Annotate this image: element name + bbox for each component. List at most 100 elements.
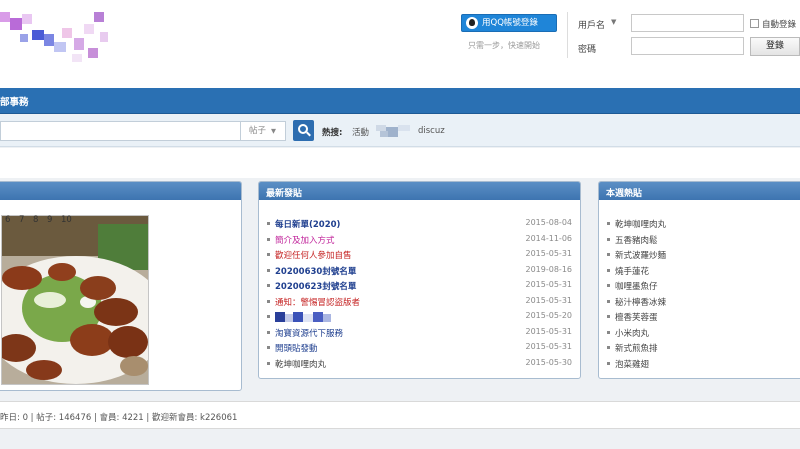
post-date: 2015-05-31 xyxy=(525,249,573,258)
search-icon xyxy=(298,124,308,134)
hot-post-title[interactable]: 新式波羅炒麵 xyxy=(615,249,666,261)
hot-post-title[interactable]: 檀香芙蓉蛋 xyxy=(615,311,658,323)
bullet-icon xyxy=(267,253,270,256)
post-date: 2015-05-31 xyxy=(525,326,573,336)
post-title[interactable]: 20200623封號名單 xyxy=(275,280,356,292)
latest-posts-panel: 最新發貼 每日新單(2020) 2015-08-04 簡介及加入方式 2014-11-… xyxy=(258,181,581,379)
post-title[interactable]: 淘寶資源代下服務 xyxy=(275,327,343,339)
hot-post-row[interactable]: 泡菜雞翅 xyxy=(599,356,800,371)
latest-post-row[interactable]: 簡介及加入方式 2014-11-06 xyxy=(259,232,580,247)
hot-post-title[interactable]: 小米肉丸 xyxy=(615,327,649,339)
password-label: 密碼 xyxy=(578,45,597,55)
site-logo[interactable] xyxy=(0,4,110,66)
forum-stats-bar: 昨日: 0 | 帖子: 146476 | 會員: 4221 | 歡迎新會員: k… xyxy=(0,401,800,429)
hot-post-row[interactable]: 乾坤咖哩肉丸 xyxy=(599,216,800,231)
post-title[interactable]: 歡迎任何人參加自售 xyxy=(275,249,352,261)
search-type-select[interactable]: 帖子 xyxy=(240,121,286,141)
food-photo xyxy=(2,216,148,384)
chevron-down-icon[interactable]: ▼ xyxy=(271,127,276,135)
pixelated-region xyxy=(376,125,410,137)
auto-login-label: 自動登錄 xyxy=(762,20,797,30)
nav-item[interactable]: 部事務 xyxy=(0,94,29,108)
slide-number[interactable]: 7 xyxy=(19,215,24,225)
bullet-icon xyxy=(607,284,610,287)
latest-post-row[interactable]: 每日新單(2020) 2015-08-04 xyxy=(259,216,580,231)
site-header: 用QQ帳號登錄 只需一步，快速開始 用戶名 ▼ 自動登錄 密碼 登錄 xyxy=(0,0,800,88)
post-date: 2015-05-31 xyxy=(525,342,573,351)
post-date: 2015-05-31 xyxy=(525,280,573,289)
panel-header xyxy=(0,182,241,200)
hot-post-row[interactable]: 新式煎魚排 xyxy=(599,340,800,355)
pixelated-title[interactable] xyxy=(275,312,335,322)
bullet-icon xyxy=(607,361,610,365)
post-title[interactable]: 20200630封號名單 xyxy=(275,265,356,277)
chevron-down-icon[interactable]: ▼ xyxy=(611,18,616,26)
latest-post-row[interactable]: 開頭貼發動 2015-05-31 xyxy=(259,340,580,355)
hot-post-title[interactable]: 咖哩墨魚仔 xyxy=(615,280,658,292)
slide-number[interactable]: 10 xyxy=(61,215,72,225)
search-button[interactable] xyxy=(293,120,314,141)
bullet-icon xyxy=(607,222,610,225)
hot-post-title[interactable]: 五香豬肉鬆 xyxy=(615,234,658,246)
hot-post-title[interactable]: 燒手蓮花 xyxy=(615,265,649,277)
hot-search-link[interactable]: 活動 xyxy=(352,126,369,138)
slide-number[interactable]: 9 xyxy=(47,215,52,225)
latest-post-row[interactable]: 乾坤咖哩肉丸 2015-05-30 xyxy=(259,356,580,371)
hot-post-title[interactable]: 新式煎魚排 xyxy=(615,342,658,354)
slide-number[interactable]: 8 xyxy=(33,215,38,225)
post-title[interactable]: 簡介及加入方式 xyxy=(275,234,335,246)
bullet-icon xyxy=(607,346,610,349)
hot-post-row[interactable]: 秘汁檸香冰辣 xyxy=(599,294,800,309)
bullet-icon xyxy=(607,315,610,318)
qq-login-label: 用QQ帳號登錄 xyxy=(482,18,538,28)
hot-post-title[interactable]: 秘汁檸香冰辣 xyxy=(615,296,666,308)
panel-title: 最新發貼 xyxy=(266,189,303,199)
forum-page: 用QQ帳號登錄 只需一步，快速開始 用戶名 ▼ 自動登錄 密碼 登錄 部事務 帖… xyxy=(0,0,800,449)
bullet-icon xyxy=(267,361,270,365)
slide-number[interactable]: 6 xyxy=(5,215,10,225)
hot-post-row[interactable]: 咖哩墨魚仔 xyxy=(599,278,800,293)
hot-post-row[interactable]: 檀香芙蓉蛋 xyxy=(599,309,800,324)
post-title[interactable]: 每日新單(2020) xyxy=(275,218,340,230)
hot-search-link[interactable]: discuz xyxy=(418,126,445,136)
slideshow-image[interactable] xyxy=(1,215,149,385)
post-title[interactable]: 通知：警惕冒認盜版者 xyxy=(275,296,360,308)
hot-search-label: 熱搜: xyxy=(322,128,343,138)
qq-login-button[interactable]: 用QQ帳號登錄 xyxy=(461,14,557,32)
username-input[interactable] xyxy=(631,14,744,32)
latest-post-row[interactable]: 淘寶資源代下服務 2015-05-31 xyxy=(259,325,580,340)
latest-post-row[interactable]: 歡迎任何人參加自售 2015-05-31 xyxy=(259,247,580,262)
login-button[interactable]: 登錄 xyxy=(750,37,800,56)
hot-post-row[interactable]: 燒手蓮花 xyxy=(599,263,800,278)
forum-stats: 昨日: 0 | 帖子: 146476 | 會員: 4221 | 歡迎新會員: k… xyxy=(0,413,238,423)
password-input[interactable] xyxy=(631,37,744,55)
bullet-icon xyxy=(607,299,610,303)
post-date: 2014-11-06 xyxy=(525,233,573,243)
bullet-icon xyxy=(267,315,270,318)
username-type-dropdown[interactable]: 用戶名 xyxy=(578,18,605,31)
latest-post-row[interactable]: 2015-05-20 xyxy=(259,309,580,324)
main-nav: 部事務 xyxy=(0,88,800,114)
post-date: 2015-05-30 xyxy=(525,357,573,367)
latest-post-row[interactable]: 20200623封號名單 2015-05-31 xyxy=(259,278,580,293)
post-title[interactable]: 乾坤咖哩肉丸 xyxy=(275,358,326,370)
slideshow-panel: 6 7 8 9 10 xyxy=(0,181,242,391)
bullet-icon xyxy=(607,237,610,241)
panel-title: 本週熱貼 xyxy=(606,189,643,199)
hot-post-title[interactable]: 泡菜雞翅 xyxy=(615,358,649,370)
latest-post-row[interactable]: 20200630封號名單 2019-08-16 xyxy=(259,263,580,278)
hot-post-title[interactable]: 乾坤咖哩肉丸 xyxy=(615,218,666,230)
bullet-icon xyxy=(267,222,270,225)
search-input[interactable] xyxy=(0,121,240,141)
bullet-icon xyxy=(607,253,610,256)
latest-post-row[interactable]: 通知：警惕冒認盜版者 2015-05-31 xyxy=(259,294,580,309)
hot-post-row[interactable]: 五香豬肉鬆 xyxy=(599,232,800,247)
auto-login-checkbox[interactable] xyxy=(750,19,759,28)
post-date: 2015-05-31 xyxy=(525,295,573,305)
content-area xyxy=(0,148,800,178)
panel-header: 最新發貼 xyxy=(259,182,580,200)
hot-post-row[interactable]: 新式波羅炒麵 xyxy=(599,247,800,262)
post-title[interactable]: 開頭貼發動 xyxy=(275,342,318,354)
hot-post-row[interactable]: 小米肉丸 xyxy=(599,325,800,340)
post-date: 2019-08-16 xyxy=(525,264,573,274)
